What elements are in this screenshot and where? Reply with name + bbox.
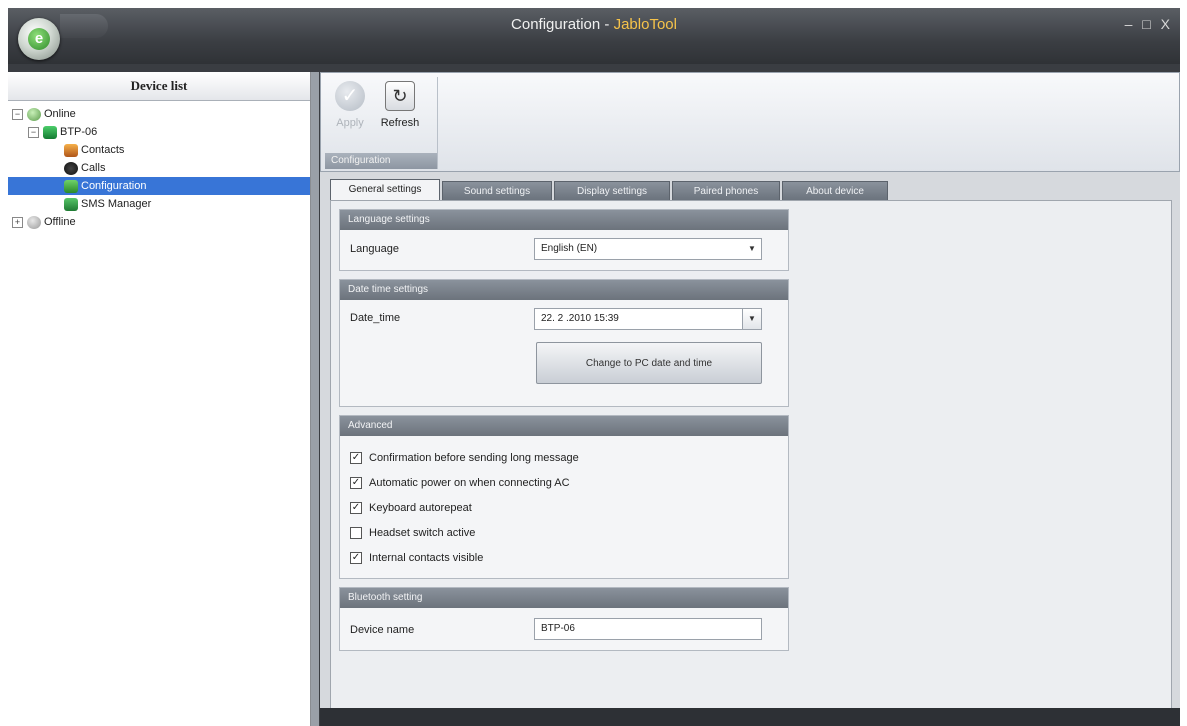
app-window: e Configuration - JabloTool – □ X Device… (8, 8, 1180, 726)
date-time-picker[interactable]: 22. 2 .2010 15:39 ▼ (534, 308, 762, 330)
configuration-panel: ✓ Apply ↻ Refresh Configuration General … (320, 72, 1180, 726)
checkbox-label: Headset switch active (369, 527, 476, 539)
window-title-prefix: Configuration - (511, 16, 614, 33)
tree-node-offline[interactable]: + Offline (8, 213, 310, 231)
title-bar: e Configuration - JabloTool – □ X (8, 8, 1180, 64)
device-tree: − Online − BTP-06 Contacts Calls Configura… (8, 101, 310, 231)
status-bar (320, 708, 1180, 726)
tree-node-online[interactable]: − Online (8, 105, 310, 123)
configuration-icon (64, 179, 78, 193)
checkbox-confirm-long-message[interactable]: ✓ Confirmation before sending long messag… (350, 450, 579, 466)
checkbox-auto-power-on[interactable]: ✓ Automatic power on when connecting AC (350, 475, 570, 491)
language-select[interactable]: English (EN) ▼ (534, 238, 762, 260)
checkbox-box[interactable] (350, 527, 362, 540)
device-list-header: Device list (8, 72, 310, 101)
advanced-group: Advanced ✓ Confirmation before sending lo… (339, 415, 789, 579)
panel-splitter[interactable] (311, 72, 319, 726)
group-header: Date time settings (340, 280, 788, 300)
chevron-down-icon[interactable]: ▼ (742, 309, 761, 329)
date-time-value: 22. 2 .2010 15:39 (541, 313, 619, 324)
calls-icon (64, 161, 78, 175)
tree-label-device: BTP-06 (60, 126, 98, 138)
tree-label-offline: Offline (44, 216, 76, 228)
general-settings-page: Language settings Language English (EN) … (330, 200, 1172, 718)
window-title: Configuration - JabloTool (8, 16, 1180, 33)
tree-label-sms-manager: SMS Manager (81, 198, 152, 210)
apply-label: Apply (336, 117, 364, 129)
language-settings-group: Language settings Language English (EN) … (339, 209, 789, 271)
group-header: Bluetooth setting (340, 588, 788, 608)
tree-node-device[interactable]: − BTP-06 (8, 123, 310, 141)
checkbox-box[interactable]: ✓ (350, 552, 362, 565)
date-time-settings-group: Date time settings Date_time 22. 2 .2010… (339, 279, 789, 407)
refresh-label: Refresh (380, 117, 420, 129)
checkbox-internal-contacts[interactable]: ✓ Internal contacts visible (350, 550, 483, 566)
device-list-panel: Device list − Online − BTP-06 Contacts Cal… (8, 72, 311, 726)
tab-sound-settings[interactable]: Sound settings (442, 181, 552, 201)
language-value: English (EN) (541, 243, 598, 254)
refresh-icon: ↻ (385, 81, 415, 111)
checkbox-label: Automatic power on when connecting AC (369, 477, 570, 489)
maximize-icon[interactable]: □ (1142, 16, 1150, 32)
tree-item-configuration[interactable]: Configuration (8, 177, 310, 195)
checkbox-box[interactable]: ✓ (350, 477, 362, 490)
tab-general-settings[interactable]: General settings (330, 179, 440, 202)
checkbox-label: Keyboard autorepeat (369, 502, 472, 514)
tree-label-configuration: Configuration (81, 180, 147, 192)
tab-paired-phones[interactable]: Paired phones (672, 181, 780, 201)
checkbox-box[interactable]: ✓ (350, 452, 362, 465)
sms-icon (64, 197, 78, 211)
device-name-label: Device name (350, 624, 415, 636)
ribbon: ✓ Apply ↻ Refresh Configuration (320, 72, 1180, 172)
tree-label-calls: Calls (81, 162, 106, 174)
minimize-icon[interactable]: – (1125, 16, 1133, 32)
checkbox-box[interactable]: ✓ (350, 502, 362, 515)
contacts-icon (64, 143, 78, 157)
bluetooth-setting-group: Bluetooth setting Device name BTP-06 (339, 587, 789, 651)
tree-item-contacts[interactable]: Contacts (8, 141, 310, 159)
globe-icon (27, 215, 41, 229)
date-time-label: Date_time (350, 312, 401, 324)
checkbox-label: Confirmation before sending long message (369, 452, 579, 464)
tab-display-settings[interactable]: Display settings (554, 181, 670, 201)
phone-icon (43, 125, 57, 139)
group-header: Language settings (340, 210, 788, 230)
checkbox-label: Internal contacts visible (369, 552, 484, 564)
sync-pc-time-button[interactable]: Change to PC date and time (536, 342, 762, 384)
refresh-button[interactable]: ↻ Refresh (377, 81, 423, 129)
app-name: JabloTool (613, 16, 677, 33)
checkmark-icon: ✓ (335, 81, 365, 111)
ribbon-group-configuration: ✓ Apply ↻ Refresh Configuration (325, 77, 438, 169)
expand-icon[interactable]: + (12, 216, 23, 228)
tree-label-online: Online (44, 108, 76, 120)
checkbox-keyboard-autorepeat[interactable]: ✓ Keyboard autorepeat (350, 500, 472, 516)
checkbox-headset-switch[interactable]: Headset switch active (350, 525, 475, 541)
close-icon[interactable]: X (1161, 16, 1170, 32)
ribbon-group-label: Configuration (325, 153, 437, 169)
group-header: Advanced (340, 416, 788, 436)
chevron-down-icon[interactable]: ▼ (743, 239, 761, 259)
device-name-input[interactable]: BTP-06 (534, 618, 762, 640)
apply-button[interactable]: ✓ Apply (327, 81, 373, 129)
collapse-icon[interactable]: − (12, 108, 23, 120)
tab-about-device[interactable]: About device (782, 181, 888, 201)
window-controls: – □ X (1119, 16, 1170, 32)
language-label: Language (350, 243, 399, 255)
tree-item-sms-manager[interactable]: SMS Manager (8, 195, 310, 213)
globe-icon (27, 107, 41, 121)
tree-item-calls[interactable]: Calls (8, 159, 310, 177)
collapse-icon[interactable]: − (28, 126, 39, 138)
tree-label-contacts: Contacts (81, 144, 125, 156)
